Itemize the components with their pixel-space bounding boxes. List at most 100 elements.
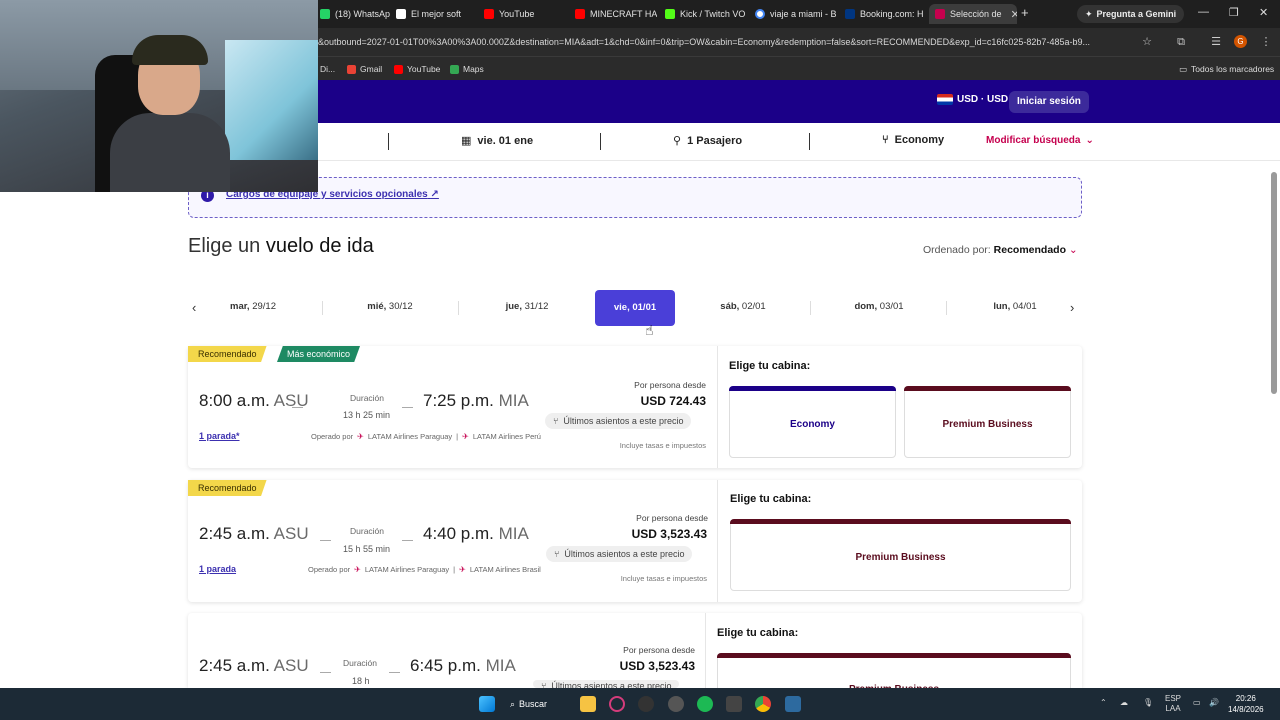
close-tab-icon[interactable]: ✕ bbox=[1007, 8, 1017, 21]
whatsapp-icon bbox=[320, 9, 330, 19]
chevron-up-icon[interactable]: ⌃ bbox=[1100, 698, 1107, 707]
cabin-option-economy[interactable]: Economy bbox=[729, 386, 896, 458]
gemini-icon: ✦ bbox=[1085, 8, 1093, 19]
per-person-label: Por persona desde bbox=[634, 380, 706, 390]
cloud-icon[interactable]: ☁ bbox=[1120, 698, 1128, 707]
duration-label: Duración bbox=[343, 658, 378, 668]
latam-icon: ✈ bbox=[462, 432, 469, 441]
star-icon[interactable]: ☆ bbox=[1140, 35, 1154, 49]
arrival-time: 6:45 p.m. MIA bbox=[410, 656, 516, 675]
cabin-title: Elige tu cabina: bbox=[729, 360, 811, 372]
cabin-title: Elige tu cabina: bbox=[730, 493, 812, 505]
tab-viaje[interactable]: viaje a miami - B bbox=[749, 4, 837, 24]
app-icon[interactable] bbox=[638, 696, 654, 712]
seat-icon: ⑂ bbox=[882, 134, 889, 146]
tab-minecraft[interactable]: MINECRAFT HA bbox=[569, 4, 657, 24]
login-button[interactable]: Iniciar sesión bbox=[1009, 91, 1089, 113]
date-option[interactable]: mar, 29/12 bbox=[218, 301, 288, 312]
last-seats-badge: ⑂ Últimos asientos a este precio bbox=[545, 413, 692, 429]
stops-link[interactable]: 1 parada* bbox=[199, 431, 240, 441]
date-option[interactable]: sáb, 02/01 bbox=[708, 301, 778, 312]
maps-icon bbox=[450, 64, 459, 74]
calculator-icon[interactable] bbox=[785, 696, 801, 712]
url-field[interactable]: &outbound=2027-01-01T00%3A00%3A00.000Z&d… bbox=[318, 33, 1133, 51]
tab-software[interactable]: El mejor soft bbox=[390, 4, 476, 24]
search-date[interactable]: ▦ vie. 01 ene bbox=[461, 134, 533, 148]
latam-icon: ✈ bbox=[357, 432, 364, 441]
chevron-down-icon: ⌄ bbox=[1068, 244, 1078, 256]
bookmark-maps[interactable]: Maps bbox=[450, 62, 484, 76]
chrome-icon[interactable] bbox=[755, 696, 771, 712]
currency-selector[interactable]: USD · USD bbox=[937, 94, 1008, 105]
spotify-icon[interactable] bbox=[697, 696, 713, 712]
stops-link[interactable]: 1 parada bbox=[199, 564, 236, 574]
search-passengers[interactable]: ⚲ 1 Pasajero bbox=[673, 134, 742, 148]
sort-selector[interactable]: Ordenado por: Recomendado ⌄ bbox=[923, 244, 1078, 256]
next-dates-arrow-icon[interactable]: › bbox=[1070, 300, 1074, 315]
tag-recommended: Recomendado bbox=[188, 480, 267, 496]
date-option-selected[interactable]: vie, 01/01 bbox=[595, 290, 675, 326]
prev-dates-arrow-icon[interactable]: ‹ bbox=[192, 300, 196, 315]
booking-icon bbox=[845, 9, 855, 19]
duration-label: Duración bbox=[350, 526, 385, 536]
bookmark-di[interactable]: Di... bbox=[320, 62, 335, 76]
operated-by: Operado por ✈ LATAM Airlines Paraguay | ✈ LAT… bbox=[308, 565, 541, 574]
search-cabin[interactable]: ⑂ Economy bbox=[882, 134, 944, 146]
gemini-button[interactable]: ✦ Pregunta a Gemini bbox=[1077, 5, 1185, 23]
site-header bbox=[318, 80, 1280, 123]
tab-kick[interactable]: Kick / Twitch VO bbox=[659, 4, 749, 24]
gmail-icon bbox=[347, 64, 356, 74]
page-scrollbar[interactable] bbox=[1271, 172, 1277, 394]
price: USD 3,523.43 bbox=[619, 659, 695, 673]
cabin-option-premium[interactable]: Premium Business bbox=[717, 653, 1071, 695]
menu-icon[interactable]: ⋮ bbox=[1259, 35, 1273, 49]
external-link-icon: ↗ bbox=[430, 189, 439, 200]
tab-latam-active[interactable]: Selección de ✕ bbox=[929, 4, 1017, 24]
all-bookmarks[interactable]: ▭ Todos los marcadores bbox=[1179, 62, 1274, 76]
streamer bbox=[110, 25, 230, 192]
clock[interactable]: 20:26 14/8/2026 bbox=[1228, 693, 1264, 715]
latam-icon: ✈ bbox=[459, 565, 466, 574]
monitor-icon[interactable]: ▭ bbox=[1193, 698, 1201, 707]
profile-avatar[interactable]: G bbox=[1234, 35, 1247, 48]
bookmark-youtube[interactable]: YouTube bbox=[394, 62, 440, 76]
close-window-icon[interactable]: ✕ bbox=[1259, 6, 1268, 19]
person-icon: ⚲ bbox=[673, 135, 682, 147]
cabin-option-premium[interactable]: Premium Business bbox=[904, 386, 1071, 458]
tag-cheapest: Más económico bbox=[277, 346, 361, 362]
app-icon[interactable] bbox=[726, 696, 742, 712]
new-tab-button[interactable]: + bbox=[1021, 5, 1029, 20]
site-icon bbox=[396, 9, 406, 19]
bookmark-gmail[interactable]: Gmail bbox=[347, 62, 382, 76]
cabin-option-premium[interactable]: Premium Business bbox=[730, 519, 1071, 591]
date-option[interactable]: mié, 30/12 bbox=[355, 301, 425, 312]
youtube-icon bbox=[484, 9, 494, 19]
opera-icon[interactable] bbox=[609, 696, 625, 712]
restore-icon[interactable]: ❐ bbox=[1229, 6, 1239, 19]
tab-youtube[interactable]: YouTube bbox=[478, 4, 568, 24]
start-icon[interactable] bbox=[479, 696, 495, 712]
tab-whatsapp[interactable]: (18) WhatsApp bbox=[314, 4, 390, 24]
mic-icon[interactable]: 🎙 bbox=[1143, 698, 1153, 707]
duration-value: 13 h 25 min bbox=[343, 410, 391, 420]
obs-icon[interactable] bbox=[668, 696, 684, 712]
search-icon: ⌕ bbox=[510, 698, 516, 709]
date-option[interactable]: dom, 03/01 bbox=[844, 301, 914, 312]
minimize-icon[interactable]: — bbox=[1198, 6, 1209, 18]
language-indicator[interactable]: ESP LAA bbox=[1165, 694, 1181, 714]
last-seats-badge: ⑂ Últimos asientos a este precio bbox=[533, 680, 680, 688]
volume-icon[interactable]: 🔊 bbox=[1209, 698, 1219, 707]
file-explorer-icon[interactable] bbox=[580, 696, 596, 712]
duration-value: 18 h bbox=[352, 676, 370, 686]
tab-booking[interactable]: Booking.com: H bbox=[839, 4, 927, 24]
chevron-down-icon: ⌄ bbox=[1085, 135, 1094, 146]
taskbar-search[interactable]: ⌕ Buscar bbox=[510, 696, 547, 712]
modify-search-button[interactable]: Modificar búsqueda ⌄ bbox=[986, 135, 1094, 146]
per-person-label: Por persona desde bbox=[623, 645, 695, 655]
date-option[interactable]: lun, 04/01 bbox=[980, 301, 1050, 312]
extensions-icon[interactable]: ⧉ bbox=[1174, 35, 1188, 49]
reading-list-icon[interactable]: ☰ bbox=[1209, 35, 1223, 49]
departure-time: 8:00 a.m. ASU bbox=[199, 391, 309, 410]
latam-icon: ✈ bbox=[354, 565, 361, 574]
date-option[interactable]: jue, 31/12 bbox=[492, 301, 562, 312]
